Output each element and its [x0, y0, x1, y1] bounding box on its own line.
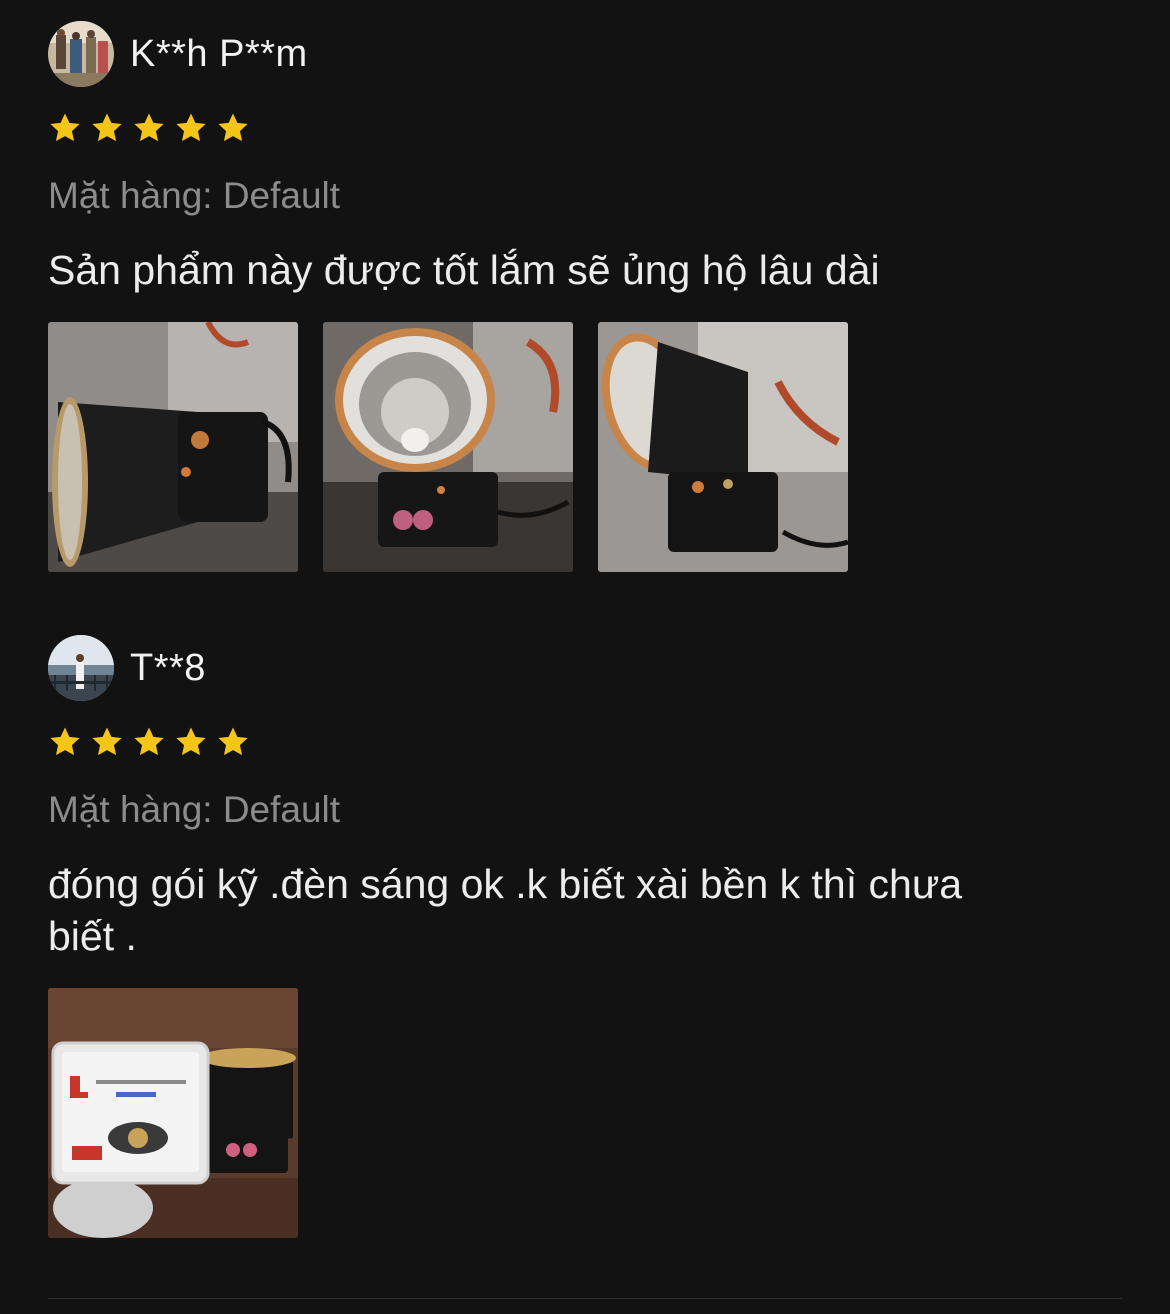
star-icon [50, 113, 80, 142]
star-icon [92, 113, 122, 142]
star-icon [134, 113, 164, 142]
review-photo[interactable] [598, 322, 848, 572]
review-photo[interactable] [48, 322, 298, 572]
reviewer-name: T**8 [130, 646, 206, 689]
rating-stars [48, 724, 1122, 760]
reviewer-header: T**8 [48, 634, 1122, 702]
star-icon [92, 727, 122, 756]
reviewer-name: K**h P**m [130, 32, 308, 75]
star-icon [50, 727, 80, 756]
avatar[interactable] [48, 635, 114, 701]
star-icon [218, 727, 248, 756]
rating-stars [48, 110, 1122, 146]
avatar[interactable] [48, 21, 114, 87]
variation-label: Mặt hàng: Default [48, 175, 341, 216]
review-photos [48, 322, 1122, 572]
reviewer-header: K**h P**m [48, 20, 1122, 88]
review-comment: đóng gói kỹ .đèn sáng ok .k biết xài bền… [48, 861, 963, 959]
star-icon [134, 727, 164, 756]
review-item: K**h P**m Mặt hàng: Default Sản phẩm này… [48, 20, 1122, 572]
review-photo[interactable] [323, 322, 573, 572]
review-photo[interactable] [48, 988, 298, 1238]
review-item: T**8 Mặt hàng: Default đóng gói kỹ .đèn … [48, 634, 1122, 1238]
review-comment: Sản phẩm này được tốt lắm sẽ ủng hộ lâu … [48, 247, 880, 293]
review-photos [48, 988, 1122, 1238]
divider [48, 1298, 1122, 1299]
star-icon [218, 113, 248, 142]
star-icon [176, 113, 206, 142]
variation-label: Mặt hàng: Default [48, 789, 341, 830]
star-icon [176, 727, 206, 756]
